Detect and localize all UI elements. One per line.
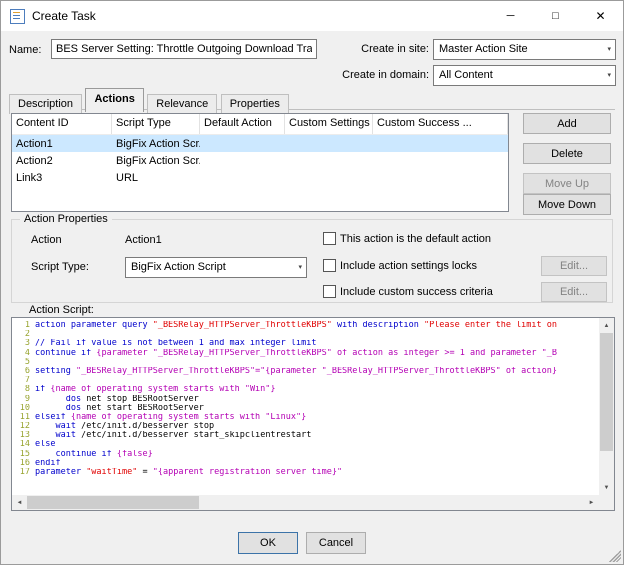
code-line: 2 bbox=[16, 330, 598, 339]
scroll-down-icon[interactable]: ▼ bbox=[599, 480, 614, 495]
create-in-site-value: Master Action Site bbox=[439, 43, 528, 55]
maximize-icon[interactable]: □ bbox=[533, 1, 578, 31]
column-header[interactable]: Content ID bbox=[12, 114, 112, 134]
scroll-up-icon[interactable]: ▲ bbox=[599, 318, 614, 333]
edit-success-button[interactable]: Edit... bbox=[541, 282, 607, 302]
close-icon[interactable]: ✕ bbox=[578, 1, 623, 31]
code-line: 7 bbox=[16, 376, 598, 385]
default-action-checkbox-label: This action is the default action bbox=[340, 233, 491, 245]
code-line: 3// Fail if value is not between 1 and m… bbox=[16, 339, 598, 348]
vertical-scroll-thumb[interactable] bbox=[600, 333, 613, 451]
code-line: 4continue if {parameter "_BESRelay_HTTPS… bbox=[16, 349, 598, 358]
success-criteria-checkbox-label: Include custom success criteria bbox=[340, 286, 493, 298]
table-cell: BigFix Action Scr... bbox=[112, 155, 200, 167]
chevron-down-icon: ▾ bbox=[298, 258, 302, 277]
table-cell: Action2 bbox=[12, 155, 112, 167]
vertical-scrollbar[interactable]: ▲ ▼ bbox=[599, 318, 614, 495]
table-cell: URL bbox=[112, 172, 200, 184]
settings-locks-checkbox[interactable] bbox=[323, 259, 336, 272]
table-body: Action1BigFix Action Scr...Action2BigFix… bbox=[12, 135, 508, 186]
scroll-right-icon[interactable]: ► bbox=[584, 495, 599, 510]
name-input[interactable] bbox=[51, 39, 317, 59]
script-type-label: Script Type: bbox=[31, 261, 89, 273]
title-bar[interactable]: Create Task ─ □ ✕ bbox=[1, 1, 623, 31]
create-in-site-select[interactable]: Master Action Site ▾ bbox=[433, 39, 616, 60]
table-cell: BigFix Action Scr... bbox=[112, 138, 200, 150]
horizontal-scroll-thumb[interactable] bbox=[27, 496, 199, 509]
table-cell: Link3 bbox=[12, 172, 112, 184]
actions-table[interactable]: Content IDScript TypeDefault ActionCusto… bbox=[11, 113, 509, 212]
action-script-editor[interactable]: 1action parameter query "_BESRelay_HTTPS… bbox=[11, 317, 615, 511]
scrollbar-corner bbox=[599, 495, 614, 510]
code-line: 15 continue if {false} bbox=[16, 450, 598, 459]
create-in-site-label: Create in site: bbox=[351, 43, 429, 55]
scroll-left-icon[interactable]: ◄ bbox=[12, 495, 27, 510]
code-line: 5 bbox=[16, 358, 598, 367]
horizontal-scrollbar[interactable]: ◄ ► bbox=[12, 495, 599, 510]
script-type-select[interactable]: BigFix Action Script ▾ bbox=[125, 257, 307, 278]
column-header[interactable]: Custom Success ... bbox=[373, 114, 508, 134]
success-criteria-checkbox[interactable] bbox=[323, 285, 336, 298]
create-task-dialog: Create Task ─ □ ✕ Name: Create in site: … bbox=[0, 0, 624, 565]
code-line: 12 wait /etc/init.d/besserver stop bbox=[16, 422, 598, 431]
action-properties-legend: Action Properties bbox=[20, 213, 112, 225]
code-line: 16endif bbox=[16, 459, 598, 468]
code-line: 9 dos net stop BESRootServer bbox=[16, 395, 598, 404]
code-line: 6setting "_BESRelay_HTTPServer_ThrottleK… bbox=[16, 367, 598, 376]
script-type-value: BigFix Action Script bbox=[131, 261, 226, 273]
code-line: 1action parameter query "_BESRelay_HTTPS… bbox=[16, 321, 598, 330]
code-lines[interactable]: 1action parameter query "_BESRelay_HTTPS… bbox=[13, 319, 598, 494]
create-in-domain-select[interactable]: All Content ▾ bbox=[433, 65, 616, 86]
create-in-domain-label: Create in domain: bbox=[334, 69, 429, 81]
tab-properties[interactable]: Properties bbox=[221, 94, 289, 114]
table-row[interactable]: Action2BigFix Action Scr... bbox=[12, 152, 508, 169]
code-line: 10 dos net start BESRootServer bbox=[16, 404, 598, 413]
action-value: Action1 bbox=[125, 234, 162, 246]
tab-strip: Description Actions Relevance Properties bbox=[9, 88, 615, 110]
column-header[interactable]: Default Action bbox=[200, 114, 285, 134]
edit-settings-button[interactable]: Edit... bbox=[541, 256, 607, 276]
ok-button[interactable]: OK bbox=[238, 532, 298, 554]
table-header: Content IDScript TypeDefault ActionCusto… bbox=[12, 114, 508, 135]
delete-button[interactable]: Delete bbox=[523, 143, 611, 164]
table-row[interactable]: Action1BigFix Action Scr... bbox=[12, 135, 508, 152]
move-down-button[interactable]: Move Down bbox=[523, 194, 611, 215]
code-line: 11elseif {name of operating system start… bbox=[16, 413, 598, 422]
action-label: Action bbox=[31, 234, 62, 246]
cancel-button[interactable]: Cancel bbox=[306, 532, 366, 554]
move-up-button[interactable]: Move Up bbox=[523, 173, 611, 194]
chevron-down-icon: ▾ bbox=[607, 66, 611, 85]
action-script-label: Action Script: bbox=[29, 304, 94, 316]
tab-actions[interactable]: Actions bbox=[85, 88, 143, 112]
name-label: Name: bbox=[9, 44, 41, 56]
settings-locks-checkbox-label: Include action settings locks bbox=[340, 260, 477, 272]
column-header[interactable]: Script Type bbox=[112, 114, 200, 134]
default-action-checkbox[interactable] bbox=[323, 232, 336, 245]
window-title: Create Task bbox=[32, 1, 96, 31]
minimize-icon[interactable]: ─ bbox=[488, 1, 533, 31]
table-row[interactable]: Link3URL bbox=[12, 169, 508, 186]
code-line: 13 wait /etc/init.d/besserver start_skip… bbox=[16, 431, 598, 440]
table-cell: Action1 bbox=[12, 138, 112, 150]
chevron-down-icon: ▾ bbox=[607, 40, 611, 59]
add-button[interactable]: Add bbox=[523, 113, 611, 134]
resize-grip[interactable] bbox=[609, 550, 621, 562]
app-icon bbox=[10, 9, 25, 24]
code-line: 17parameter "waitTime" = "{apparent regi… bbox=[16, 468, 598, 477]
action-properties-group: Action Properties bbox=[11, 219, 613, 303]
code-line: 8if {name of operating system starts wit… bbox=[16, 385, 598, 394]
create-in-domain-value: All Content bbox=[439, 69, 493, 81]
code-line: 14else bbox=[16, 440, 598, 449]
tab-description[interactable]: Description bbox=[9, 94, 82, 114]
column-header[interactable]: Custom Settings bbox=[285, 114, 373, 134]
tab-relevance[interactable]: Relevance bbox=[147, 94, 217, 114]
